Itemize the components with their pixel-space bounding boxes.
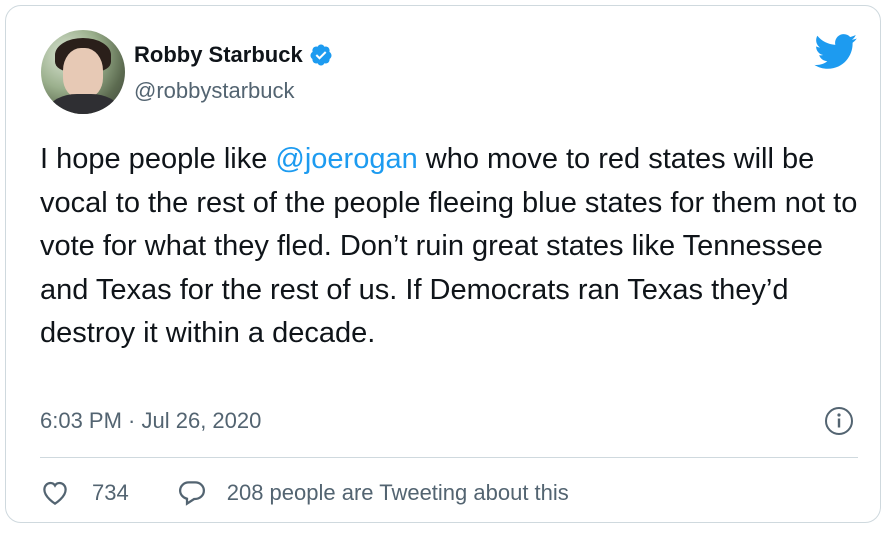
- divider: [40, 457, 858, 458]
- like-button[interactable]: 734: [40, 478, 129, 508]
- tweet-timestamp[interactable]: 6:03 PM · Jul 26, 2020: [40, 408, 261, 434]
- heart-icon: [43, 481, 67, 505]
- verified-badge-icon: [310, 44, 332, 66]
- mention-link[interactable]: @joerogan: [275, 143, 417, 175]
- author-handle[interactable]: @robbystarbuck: [134, 78, 295, 104]
- author-name-row[interactable]: Robby Starbuck: [134, 42, 333, 68]
- twitter-bird-icon[interactable]: [814, 34, 858, 70]
- avatar-face: [63, 48, 103, 98]
- info-icon[interactable]: [824, 406, 854, 436]
- tweet-card[interactable]: Robby Starbuck @robbystarbuck I hope peo…: [5, 5, 881, 523]
- like-count: 734: [92, 480, 129, 505]
- avatar-body: [49, 94, 119, 114]
- author-display-name[interactable]: Robby Starbuck: [134, 42, 303, 68]
- reply-label: 208 people are Tweeting about this: [226, 480, 569, 505]
- avatar[interactable]: [41, 30, 125, 114]
- tweet-text-start: I hope people like: [40, 143, 276, 175]
- tweet-actions: 734 208 people are Tweeting about this: [40, 478, 569, 508]
- speech-bubble-icon: [178, 481, 205, 506]
- reply-button[interactable]: 208 people are Tweeting about this: [177, 478, 569, 508]
- tweet-text: I hope people like @joerogan who move to…: [40, 138, 870, 356]
